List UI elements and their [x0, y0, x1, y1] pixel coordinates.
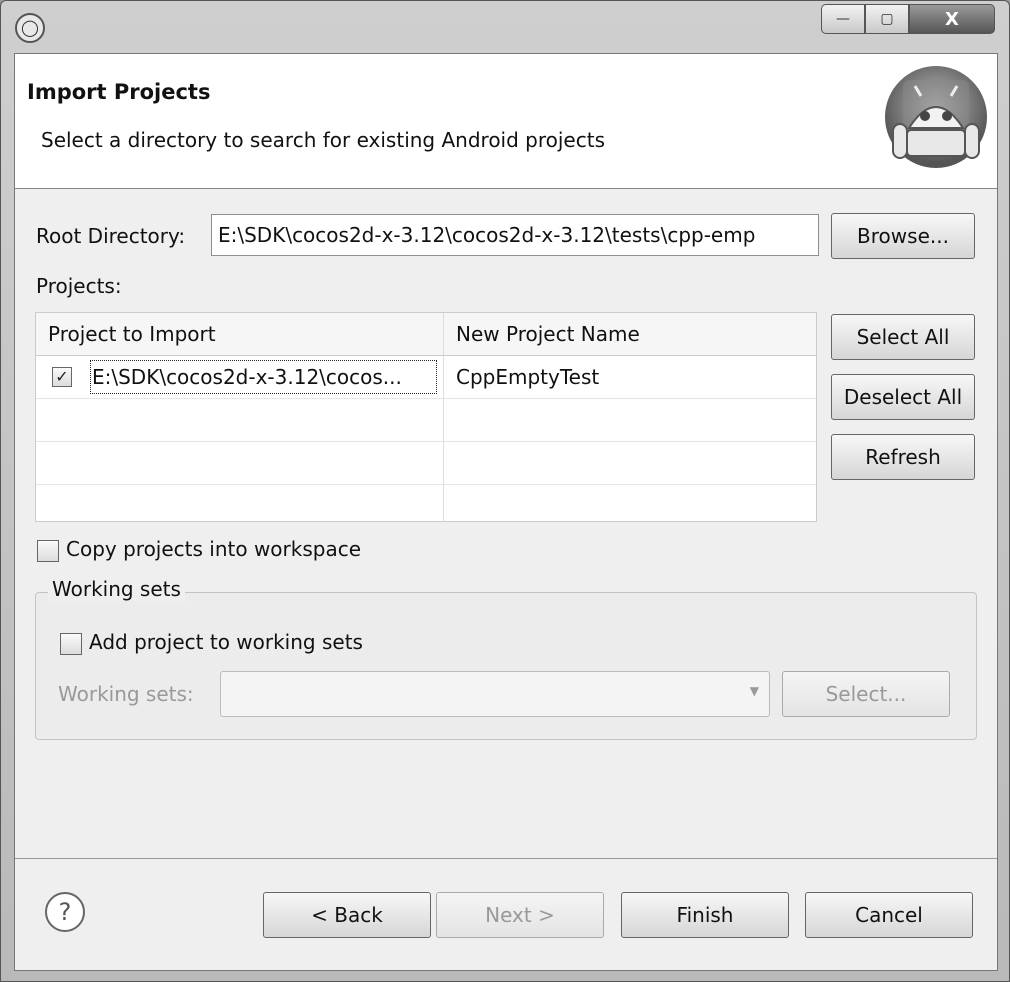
- working-sets-group-title: Working sets: [48, 577, 185, 601]
- table-row[interactable]: ✓ E:\SDK\cocos2d-x-3.12\cocos... CppEmpt…: [36, 356, 816, 399]
- next-button[interactable]: Next >: [436, 892, 604, 938]
- projects-label: Projects:: [36, 274, 122, 298]
- cancel-button[interactable]: Cancel: [805, 892, 973, 938]
- empty-cell: [444, 442, 816, 484]
- window-controls: — ▢ X: [821, 4, 995, 34]
- table-header: Project to Import New Project Name: [36, 313, 816, 356]
- eclipse-app-icon: ◯: [15, 13, 45, 43]
- finish-button[interactable]: Finish: [621, 892, 789, 938]
- android-logo-icon: [885, 66, 987, 168]
- import-dialog-window: ◯ — ▢ X Import Projects Select a directo…: [0, 0, 1010, 982]
- deselect-all-button[interactable]: Deselect All: [831, 374, 975, 420]
- table-row-empty: [36, 442, 816, 485]
- maximize-button[interactable]: ▢: [865, 4, 909, 34]
- wizard-header: Import Projects Select a directory to se…: [15, 54, 997, 189]
- table-row-empty: [36, 399, 816, 442]
- empty-cell: [36, 442, 444, 484]
- help-icon[interactable]: ?: [45, 892, 85, 932]
- empty-cell: [444, 485, 816, 521]
- dialog-client-area: Import Projects Select a directory to se…: [14, 53, 998, 971]
- add-to-working-sets-label[interactable]: Add project to working sets: [89, 630, 363, 654]
- working-sets-group: Working sets Add project to working sets…: [35, 577, 977, 740]
- working-sets-select-button[interactable]: Select...: [782, 671, 950, 717]
- working-sets-field-label: Working sets:: [58, 682, 194, 706]
- empty-cell: [36, 485, 444, 521]
- footer-separator: [15, 858, 997, 859]
- back-button[interactable]: < Back: [263, 892, 431, 938]
- project-name-cell[interactable]: CppEmptyTest: [444, 356, 816, 398]
- browse-button[interactable]: Browse...: [831, 213, 975, 259]
- chevron-down-icon: ▼: [749, 684, 759, 698]
- column-header-project-to-import[interactable]: Project to Import: [36, 313, 444, 355]
- column-header-new-project-name[interactable]: New Project Name: [444, 313, 816, 355]
- minimize-button[interactable]: —: [821, 4, 865, 34]
- refresh-button[interactable]: Refresh: [831, 434, 975, 480]
- copy-projects-checkbox[interactable]: [37, 540, 59, 562]
- working-sets-combo[interactable]: ▼: [220, 671, 770, 717]
- page-description: Select a directory to search for existin…: [41, 128, 605, 152]
- root-directory-label: Root Directory:: [36, 224, 186, 248]
- copy-projects-label[interactable]: Copy projects into workspace: [66, 537, 361, 561]
- project-row-checkbox[interactable]: ✓: [52, 367, 72, 387]
- project-name: CppEmptyTest: [456, 365, 600, 389]
- empty-cell: [444, 399, 816, 441]
- empty-cell: [36, 399, 444, 441]
- table-row-empty: [36, 485, 816, 521]
- close-button[interactable]: X: [909, 4, 995, 34]
- project-path-cell[interactable]: ✓ E:\SDK\cocos2d-x-3.12\cocos...: [36, 356, 444, 398]
- add-to-working-sets-checkbox[interactable]: [60, 633, 82, 655]
- title-bar[interactable]: ◯ — ▢ X: [1, 1, 1009, 53]
- projects-table[interactable]: Project to Import New Project Name ✓ E:\…: [35, 312, 817, 522]
- page-title: Import Projects: [27, 80, 211, 104]
- root-directory-input[interactable]: [211, 214, 819, 256]
- select-all-button[interactable]: Select All: [831, 314, 975, 360]
- project-path: E:\SDK\cocos2d-x-3.12\cocos...: [92, 365, 402, 389]
